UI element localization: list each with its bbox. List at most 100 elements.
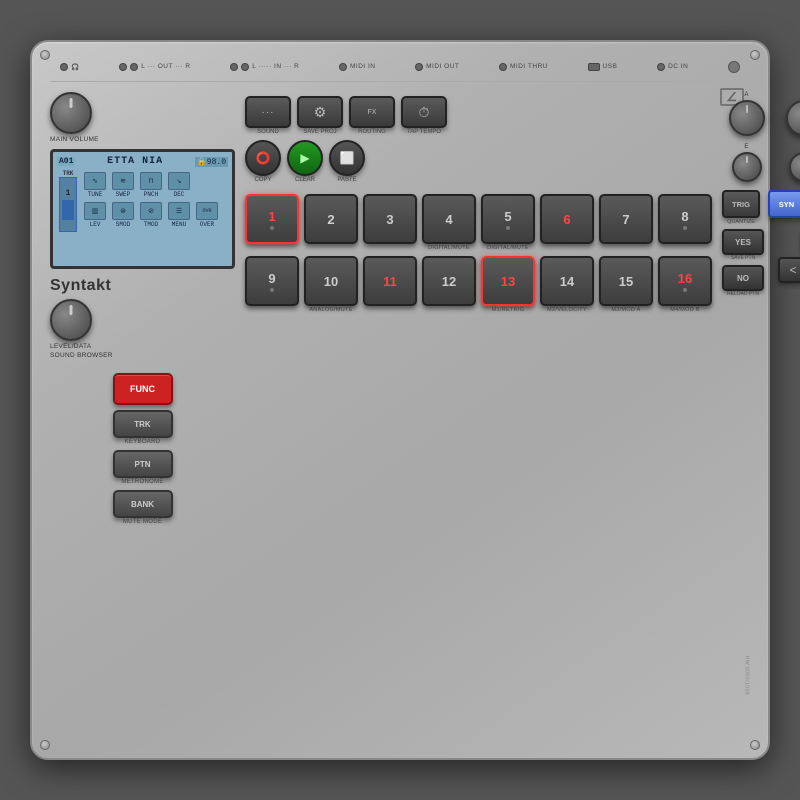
midi-out-jack — [415, 63, 423, 71]
yes-sub-label: SAVE PTN — [731, 255, 755, 261]
pad-dot-9 — [270, 288, 274, 292]
sound-sub-label: SOUND — [257, 129, 279, 135]
copy-sub-label: COPY — [254, 177, 271, 183]
level-data-knob[interactable] — [50, 299, 92, 341]
pad-num-10: 10 — [324, 274, 338, 289]
tap-tempo-button-group: ⏱ TAP TEMPO — [401, 96, 447, 135]
display-bpm: 🔒98.0 — [195, 157, 228, 167]
main-area: MAIN VOLUME A01 ETTA NIA 🔒98.0 TRK — [50, 88, 750, 668]
transport-row: ⭕ COPY ▶ CLEAR ⬜ PASTE — [245, 140, 712, 183]
screw-bl — [40, 740, 50, 750]
serial-number: HW:0000/1038 — [743, 656, 749, 695]
midi-out-label: MIDI OUT — [426, 63, 459, 70]
copy-button[interactable]: ⭕ — [245, 140, 281, 176]
usb-group: USB — [588, 63, 618, 71]
main-volume-group: MAIN VOLUME — [50, 92, 235, 143]
pad-num-13: 13 — [501, 274, 515, 289]
yes-button[interactable]: YES — [722, 229, 764, 255]
paste-sub-label: PASTE — [337, 177, 356, 183]
pad-num-12: 12 — [442, 274, 456, 289]
pad-wrapper-8: 8 — [658, 194, 712, 251]
right-func-btn-syn[interactable]: SYN — [768, 190, 800, 218]
pad-sublabel-15: M3/MOD A — [611, 307, 640, 313]
power-button[interactable] — [728, 61, 740, 73]
pad-wrapper-5: 5DIGITAL/MUTE — [481, 194, 535, 251]
right-func-group-syn: SYNMACHINE — [768, 190, 800, 225]
pad-10[interactable]: 10 — [304, 256, 358, 306]
pads-row-1: 1 2 34DIGITAL/MUTE5DIGITAL/MUTE 6 7 8 — [245, 194, 712, 251]
fx-routing-sub-label: ROUTING — [358, 129, 386, 135]
pad-8[interactable]: 8 — [658, 194, 712, 244]
pad-wrapper-11: 11 — [363, 256, 417, 313]
level-data-label: LEVEL/DATA — [50, 343, 91, 350]
arrow-left-button[interactable]: < — [778, 257, 800, 283]
ptn-sub-label: METRONOME — [121, 479, 163, 485]
pad-11[interactable]: 11 — [363, 256, 417, 306]
pad-5[interactable]: 5 — [481, 194, 535, 244]
play-clear-button[interactable]: ▶ — [287, 140, 323, 176]
pad-wrapper-1: 1 — [245, 194, 299, 251]
save-proj-button-group: ⚙ SAVE PROJ — [297, 96, 343, 135]
right-knob-b[interactable] — [786, 100, 800, 136]
pad-14[interactable]: 14 — [540, 256, 594, 306]
pad-3[interactable]: 3 — [363, 194, 417, 244]
pad-12[interactable]: 12 — [422, 256, 476, 306]
screw-tr — [750, 50, 760, 60]
trk-button-group: TRK KEYBOARD — [50, 410, 235, 445]
tap-tempo-button[interactable]: ⏱ — [401, 96, 447, 128]
save-proj-button[interactable]: ⚙ — [297, 96, 343, 128]
screw-br — [750, 740, 760, 750]
pad-wrapper-7: 7 — [599, 194, 653, 251]
right-knob-a[interactable] — [729, 100, 765, 136]
right-func-btn-trig[interactable]: TRIG — [722, 190, 760, 218]
nav-section: YES SAVE PTN NO RELOAD PTN ∧ M1-4 SETUP — [722, 229, 800, 297]
pad-num-2: 2 — [327, 212, 334, 227]
pad-dot-8 — [683, 226, 687, 230]
no-button[interactable]: NO — [722, 265, 764, 291]
pad-16[interactable]: 16 — [658, 256, 712, 306]
ptn-button[interactable]: PTN — [113, 450, 173, 478]
pad-wrapper-10: 10 ANALOG/MUTE — [304, 256, 358, 313]
right-knob-group-e: E — [722, 144, 771, 182]
pad-6[interactable]: 6 — [540, 194, 594, 244]
power-group[interactable] — [728, 61, 740, 73]
bank-button[interactable]: BANK — [113, 490, 173, 518]
pad-wrapper-4: 4DIGITAL/MUTE — [422, 194, 476, 251]
pad-2[interactable]: 2 — [304, 194, 358, 244]
pad-num-7: 7 — [622, 212, 629, 227]
pad-13[interactable]: 13 — [481, 256, 535, 306]
fx-routing-button[interactable]: FX — [349, 96, 395, 128]
bank-sub-label: MUTE MODE — [123, 519, 162, 525]
pad-num-6: 6 — [563, 212, 570, 227]
func-button[interactable]: FUNC — [113, 373, 173, 405]
in-label: L ····· IN ··· R — [252, 63, 299, 70]
main-volume-knob[interactable] — [50, 92, 92, 134]
sound-browser-label: SOUND BROWSER — [50, 352, 113, 359]
right-knob-e[interactable] — [732, 152, 762, 182]
func-button-group: FUNC — [50, 373, 235, 405]
pad-4[interactable]: 4 — [422, 194, 476, 244]
midi-thru-label: MIDI THRU — [510, 63, 548, 70]
pad-7[interactable]: 7 — [599, 194, 653, 244]
middle-panel: ··· SOUND ⚙ SAVE PROJ FX ROUTING ⏱ TAP T… — [245, 88, 712, 668]
right-knob-f[interactable] — [789, 152, 800, 182]
midi-in-jack — [339, 63, 347, 71]
trk-button[interactable]: TRK — [113, 410, 173, 438]
sound-button[interactable]: ··· — [245, 96, 291, 128]
out-l-jack — [119, 63, 127, 71]
display-sound-name: ETTA NIA — [107, 156, 163, 167]
dc-label: DC IN — [668, 63, 688, 70]
clear-sub-label: CLEAR — [295, 177, 315, 183]
device-name-label: Syntakt — [50, 277, 235, 295]
pad-9[interactable]: 9 — [245, 256, 299, 306]
device-body: HW:0000/1038 ∠ 🎧 L ··· OUT ··· R L ·····… — [30, 40, 770, 760]
stop-paste-button[interactable]: ⬜ — [329, 140, 365, 176]
in-l-jack — [230, 63, 238, 71]
display-screen-container: A01 ETTA NIA 🔒98.0 TRK 1 — [50, 149, 235, 269]
pads-row-2: 910ANALOG/MUTE111213M1/RETRIG14M2/VELOCI… — [245, 256, 712, 313]
pad-1[interactable]: 1 — [245, 194, 299, 244]
pad-sublabel-10: ANALOG/MUTE — [309, 307, 352, 313]
midi-in-label: MIDI IN — [350, 63, 376, 70]
usb-label: USB — [603, 63, 618, 70]
pad-15[interactable]: 15 — [599, 256, 653, 306]
